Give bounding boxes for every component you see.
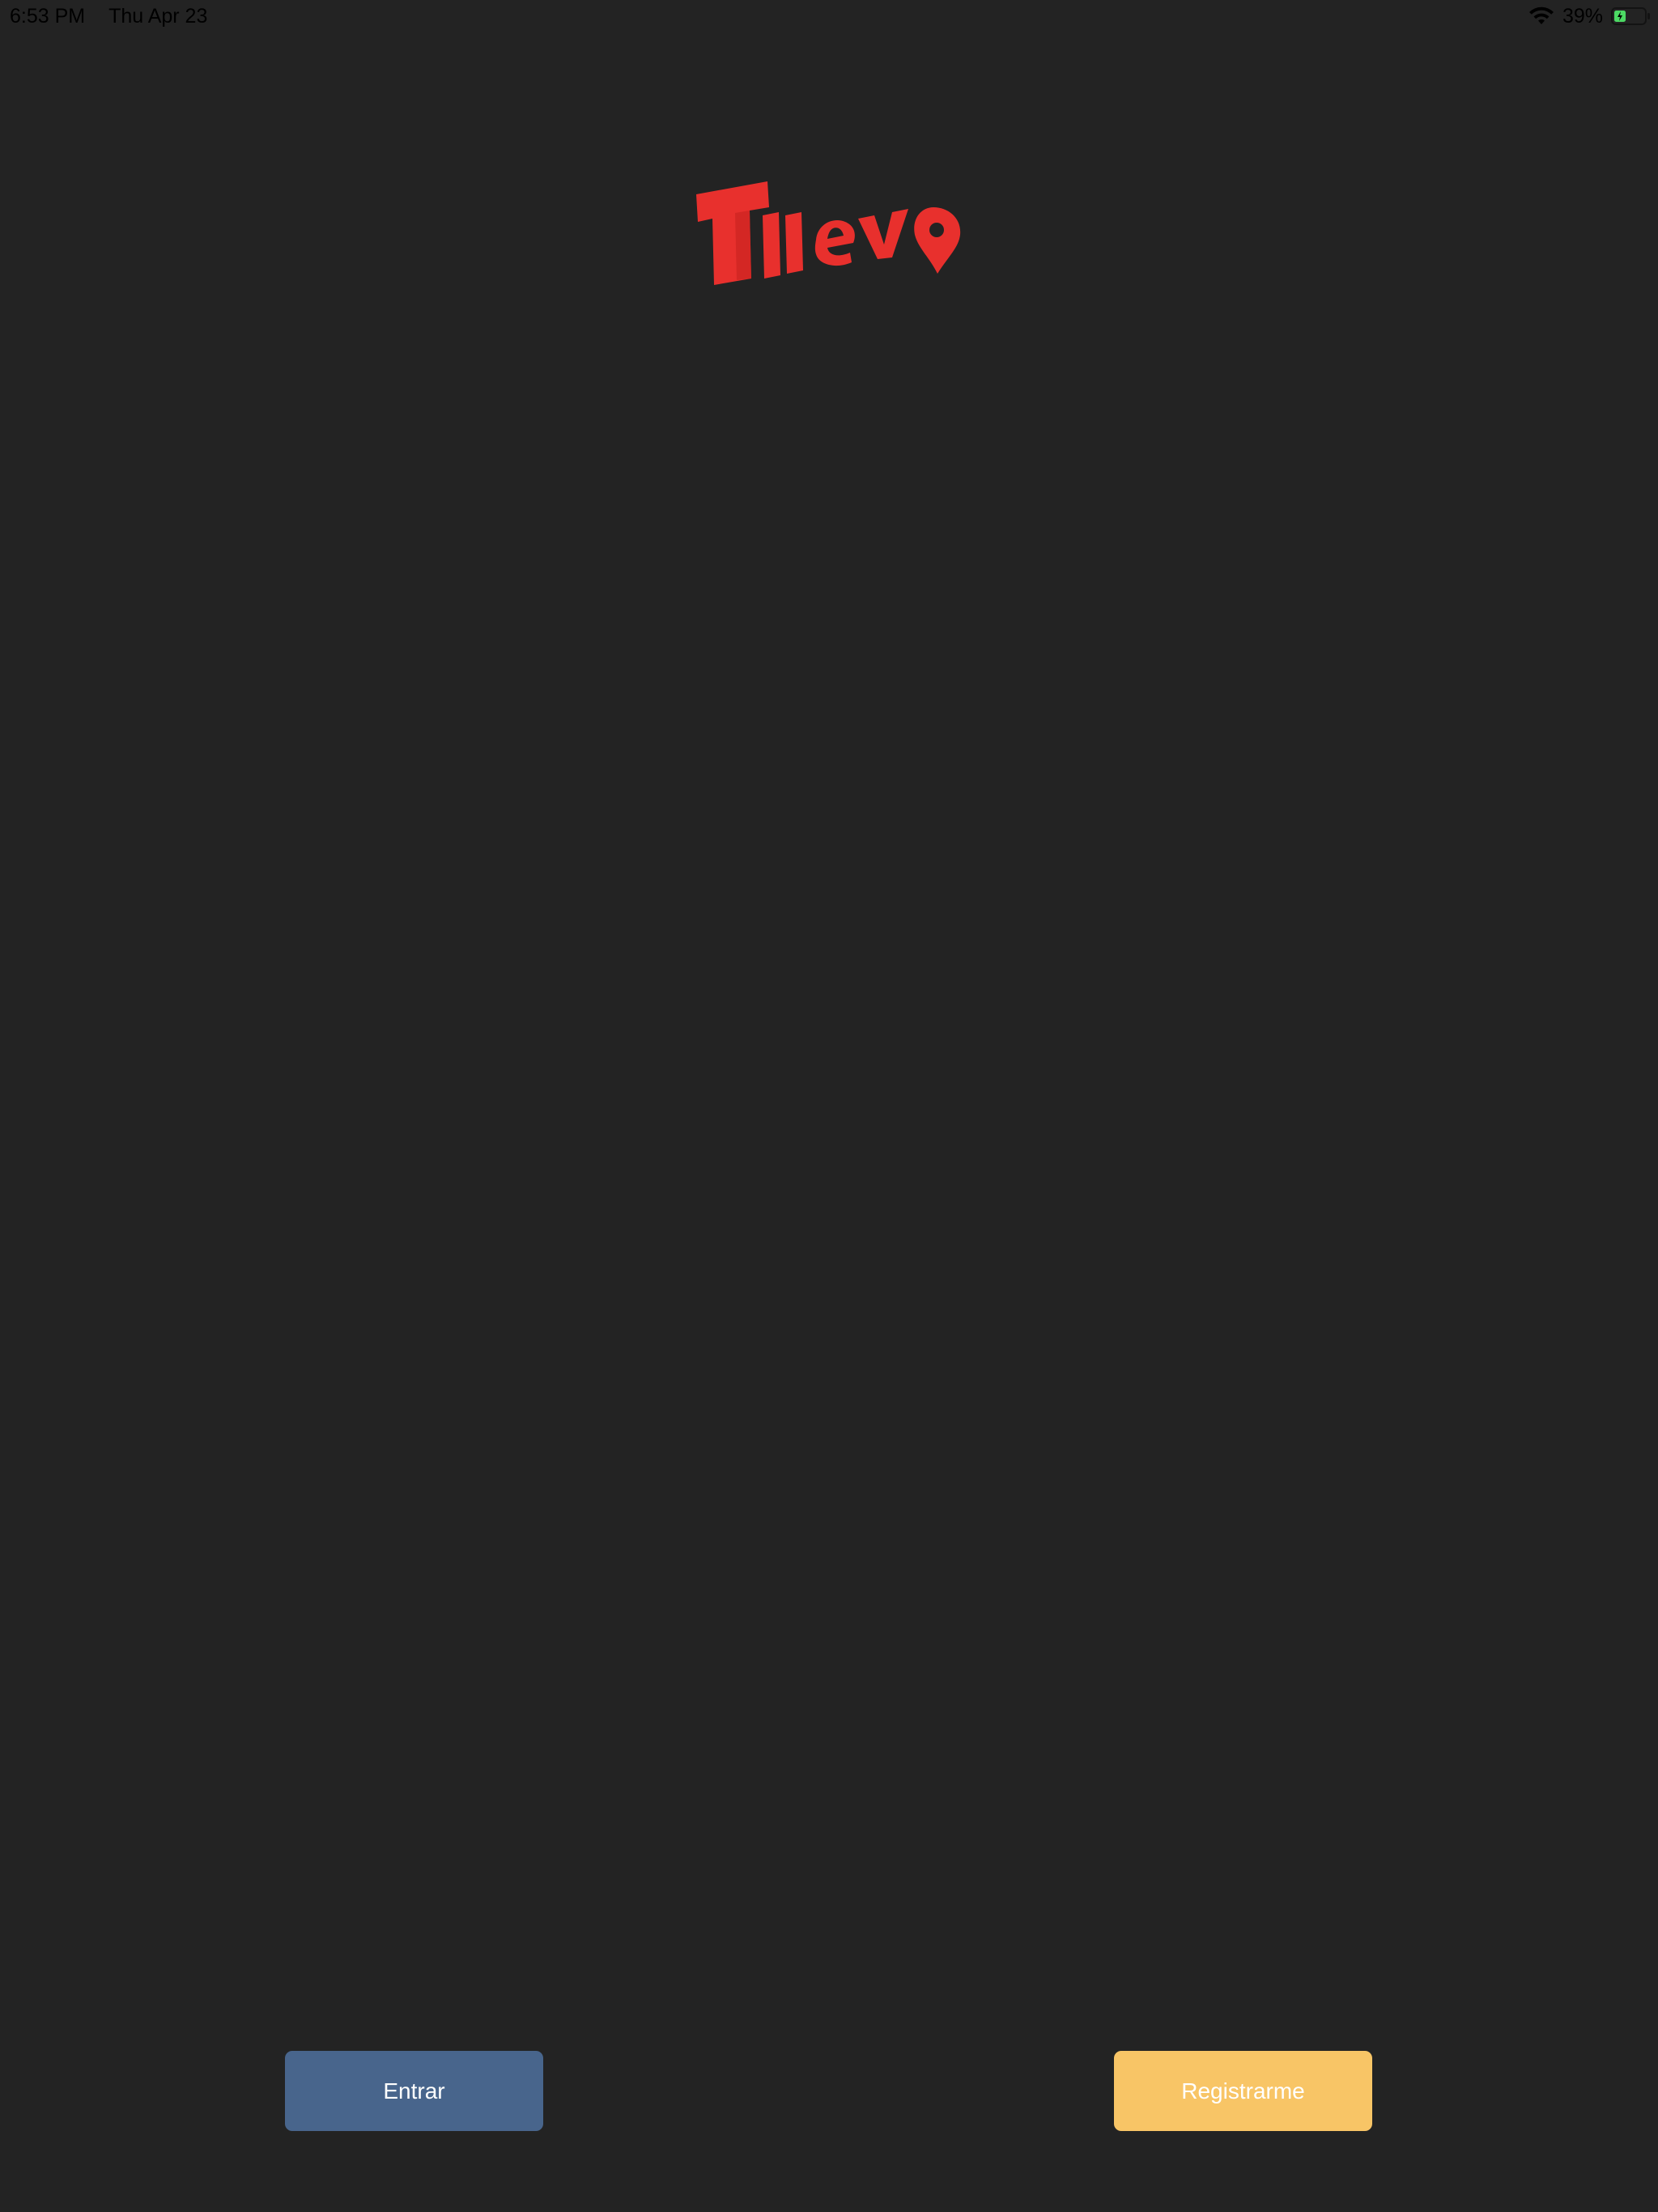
logo-graphic <box>696 181 961 285</box>
status-date: Thu Apr 23 <box>108 5 208 28</box>
status-time: 6:53 PM <box>10 5 86 28</box>
tllevo-logo <box>695 177 963 290</box>
status-bar: 6:53 PM Thu Apr 23 39% <box>0 0 1658 32</box>
status-left: 6:53 PM Thu Apr 23 <box>10 0 207 32</box>
status-right: 39% <box>1528 0 1652 32</box>
register-button[interactable]: Registrarme <box>1114 2051 1372 2131</box>
wifi-icon <box>1528 6 1554 26</box>
battery-icon <box>1611 7 1652 25</box>
login-button[interactable]: Entrar <box>285 2051 543 2131</box>
battery-percent: 39% <box>1562 5 1603 28</box>
